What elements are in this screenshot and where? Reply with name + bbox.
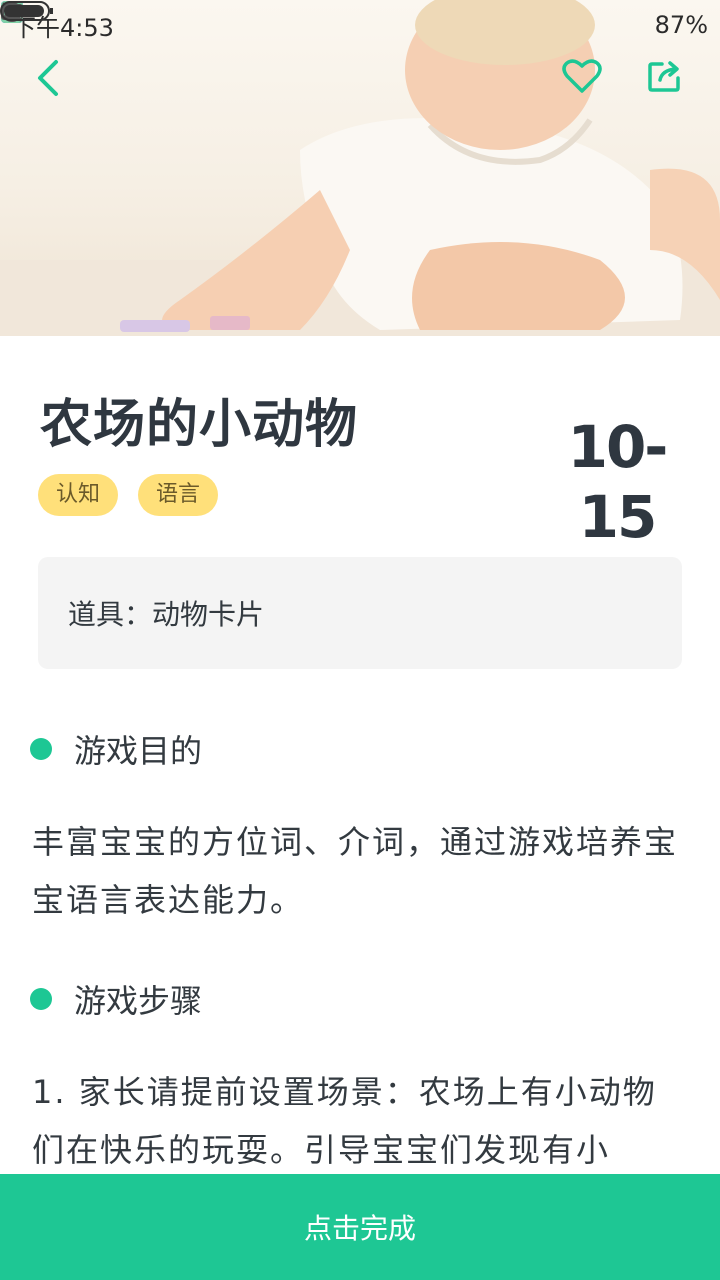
baby-photo (0, 0, 720, 336)
section-goal-header: 游戏目的 (30, 726, 202, 772)
section-goal-text: 丰富宝宝的方位词、介词，通过游戏培养宝宝语言表达能力。 (32, 823, 679, 919)
section-steps-header: 游戏步骤 (30, 976, 202, 1022)
section-title: 游戏目的 (74, 732, 203, 770)
tag-list: 认知 语言 (38, 474, 219, 516)
section-title: 游戏步骤 (74, 982, 203, 1020)
tag-language: 语言 (138, 474, 219, 516)
props-text: 道具：动物卡片 (68, 598, 265, 631)
chevron-left-icon (38, 60, 58, 96)
favorite-button[interactable] (562, 58, 618, 114)
section-steps-text: 1. 家长请提前设置场景：农场上有小动物们在快乐的玩耍。引导宝宝们发现有小 (32, 1073, 657, 1169)
bullet-dot-icon (30, 988, 52, 1010)
bullet-dot-icon (30, 738, 52, 760)
heart-outline-icon (562, 59, 602, 93)
tag-cognition: 认知 (38, 474, 119, 516)
back-button[interactable] (34, 58, 90, 114)
duration-value: 10-15 (567, 413, 669, 551)
header-actions (0, 56, 720, 116)
battery-percent: 87% (654, 11, 708, 39)
activity-title: 农场的小动物 (40, 395, 359, 455)
share-icon (648, 61, 680, 92)
share-button[interactable] (648, 58, 704, 114)
battery-icon (0, 1, 53, 21)
hero-image: 下午4:53 87% (0, 0, 720, 336)
complete-button-label: 点击完成 (303, 1212, 416, 1245)
status-bar: 下午4:53 87% (0, 0, 720, 50)
complete-button[interactable]: 点击完成 (0, 1174, 720, 1280)
props-box: 道具：动物卡片 (38, 557, 682, 669)
